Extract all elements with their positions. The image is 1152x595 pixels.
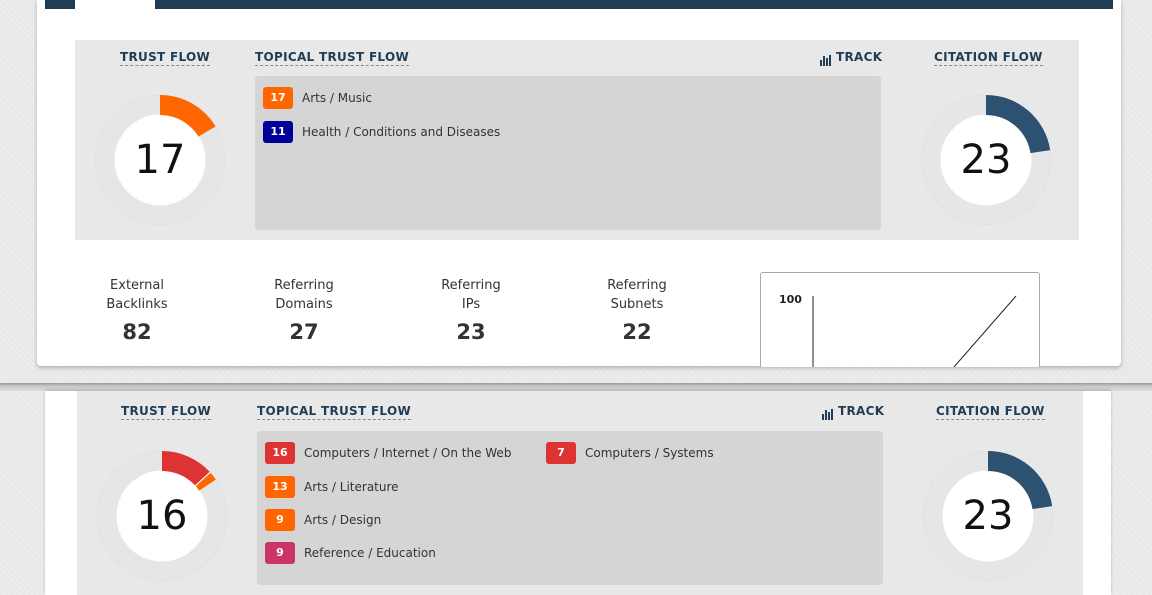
topic-item[interactable]: 9 Arts / Design [265, 509, 381, 531]
report-card-1: TRUST FLOW TOPICAL TRUST FLOW TRACK CITA… [37, 0, 1121, 367]
topical-trust-flow-list: 16 Computers / Internet / On the Web 7 Com… [257, 431, 883, 585]
topic-score-badge: 13 [265, 476, 295, 498]
topical-trust-flow-heading[interactable]: TOPICAL TRUST FLOW [255, 50, 409, 66]
citation-flow-value: 23 [960, 137, 1012, 183]
citation-flow-value: 23 [962, 493, 1014, 539]
topic-score-badge: 7 [546, 442, 576, 464]
report-card-2: TRUST FLOW TOPICAL TRUST FLOW TRACK CITA… [45, 391, 1111, 595]
stat-referring-domains: Referring Domains 27 [234, 276, 374, 344]
bar-chart-icon [820, 51, 832, 66]
citation-flow-heading[interactable]: CITATION FLOW [936, 404, 1045, 420]
flow-metrics-panel: TRUST FLOW TOPICAL TRUST FLOW TRACK CITA… [77, 391, 1083, 595]
trust-flow-value: 17 [134, 137, 186, 183]
topic-label: Health / Conditions and Diseases [302, 125, 501, 139]
chart-plot [812, 295, 1017, 367]
stat-referring-ips: Referring IPs 23 [401, 276, 541, 344]
stat-label-line1: Referring [274, 278, 334, 293]
topic-score-badge: 16 [265, 442, 295, 464]
citation-flow-heading[interactable]: CITATION FLOW [934, 50, 1043, 66]
topic-score-badge: 11 [263, 121, 293, 143]
stat-label-line1: Referring [607, 278, 667, 293]
trust-flow-gauge: 16 [97, 451, 227, 581]
topic-item[interactable]: 13 Arts / Literature [265, 476, 399, 498]
trust-flow-heading[interactable]: TRUST FLOW [121, 404, 212, 420]
topic-score-badge: 9 [265, 542, 295, 564]
stat-label-line2: Backlinks [106, 297, 168, 312]
stat-value: 27 [289, 320, 319, 344]
trust-citation-chart[interactable]: 100 [760, 272, 1040, 367]
stat-value: 23 [456, 320, 486, 344]
report-separator [0, 383, 1152, 391]
active-tab-indicator [75, 0, 155, 9]
header-bar [45, 0, 1113, 9]
topic-item[interactable]: 7 Computers / Systems [546, 442, 714, 464]
topic-item[interactable]: 17 Arts / Music [263, 87, 372, 109]
topic-item[interactable]: 11 Health / Conditions and Diseases [263, 121, 500, 143]
topic-item[interactable]: 9 Reference / Education [265, 542, 436, 564]
track-button[interactable]: TRACK [820, 50, 882, 66]
topical-trust-flow-heading[interactable]: TOPICAL TRUST FLOW [257, 404, 411, 420]
topical-trust-flow-list: 17 Arts / Music 11 Health / Conditions and… [255, 76, 881, 230]
topic-label: Computers / Internet / On the Web [304, 446, 512, 460]
track-label: TRACK [838, 404, 885, 418]
trust-flow-gauge: 17 [95, 95, 225, 225]
citation-flow-gauge: 23 [923, 451, 1053, 581]
citation-flow-gauge: 23 [921, 95, 1051, 225]
topic-score-badge: 17 [263, 87, 293, 109]
stat-label-line2: Subnets [610, 297, 664, 312]
track-button[interactable]: TRACK [822, 404, 884, 420]
topic-label: Arts / Design [304, 513, 382, 527]
stat-referring-subnets: Referring Subnets 22 [567, 276, 707, 344]
trust-flow-heading[interactable]: TRUST FLOW [120, 50, 211, 66]
stat-label-line1: Referring [441, 278, 501, 293]
bar-chart-icon [822, 405, 834, 420]
stat-value: 82 [122, 320, 152, 344]
stat-external-backlinks: External Backlinks 82 [67, 276, 207, 344]
topic-item[interactable]: 16 Computers / Internet / On the Web [265, 442, 511, 464]
topic-label: Arts / Music [302, 91, 372, 105]
topic-label: Computers / Systems [585, 446, 714, 460]
stat-label-line1: External [110, 278, 164, 293]
stat-label-line2: IPs [461, 297, 481, 312]
topic-label: Reference / Education [304, 546, 436, 560]
stat-value: 22 [622, 320, 652, 344]
trust-flow-value: 16 [136, 493, 188, 539]
topic-label: Arts / Literature [304, 480, 399, 494]
flow-metrics-panel: TRUST FLOW TOPICAL TRUST FLOW TRACK CITA… [75, 40, 1079, 240]
topic-score-badge: 9 [265, 509, 295, 531]
track-label: TRACK [836, 50, 883, 64]
stat-label-line2: Domains [275, 297, 333, 312]
chart-diagonal-line [953, 295, 1017, 367]
